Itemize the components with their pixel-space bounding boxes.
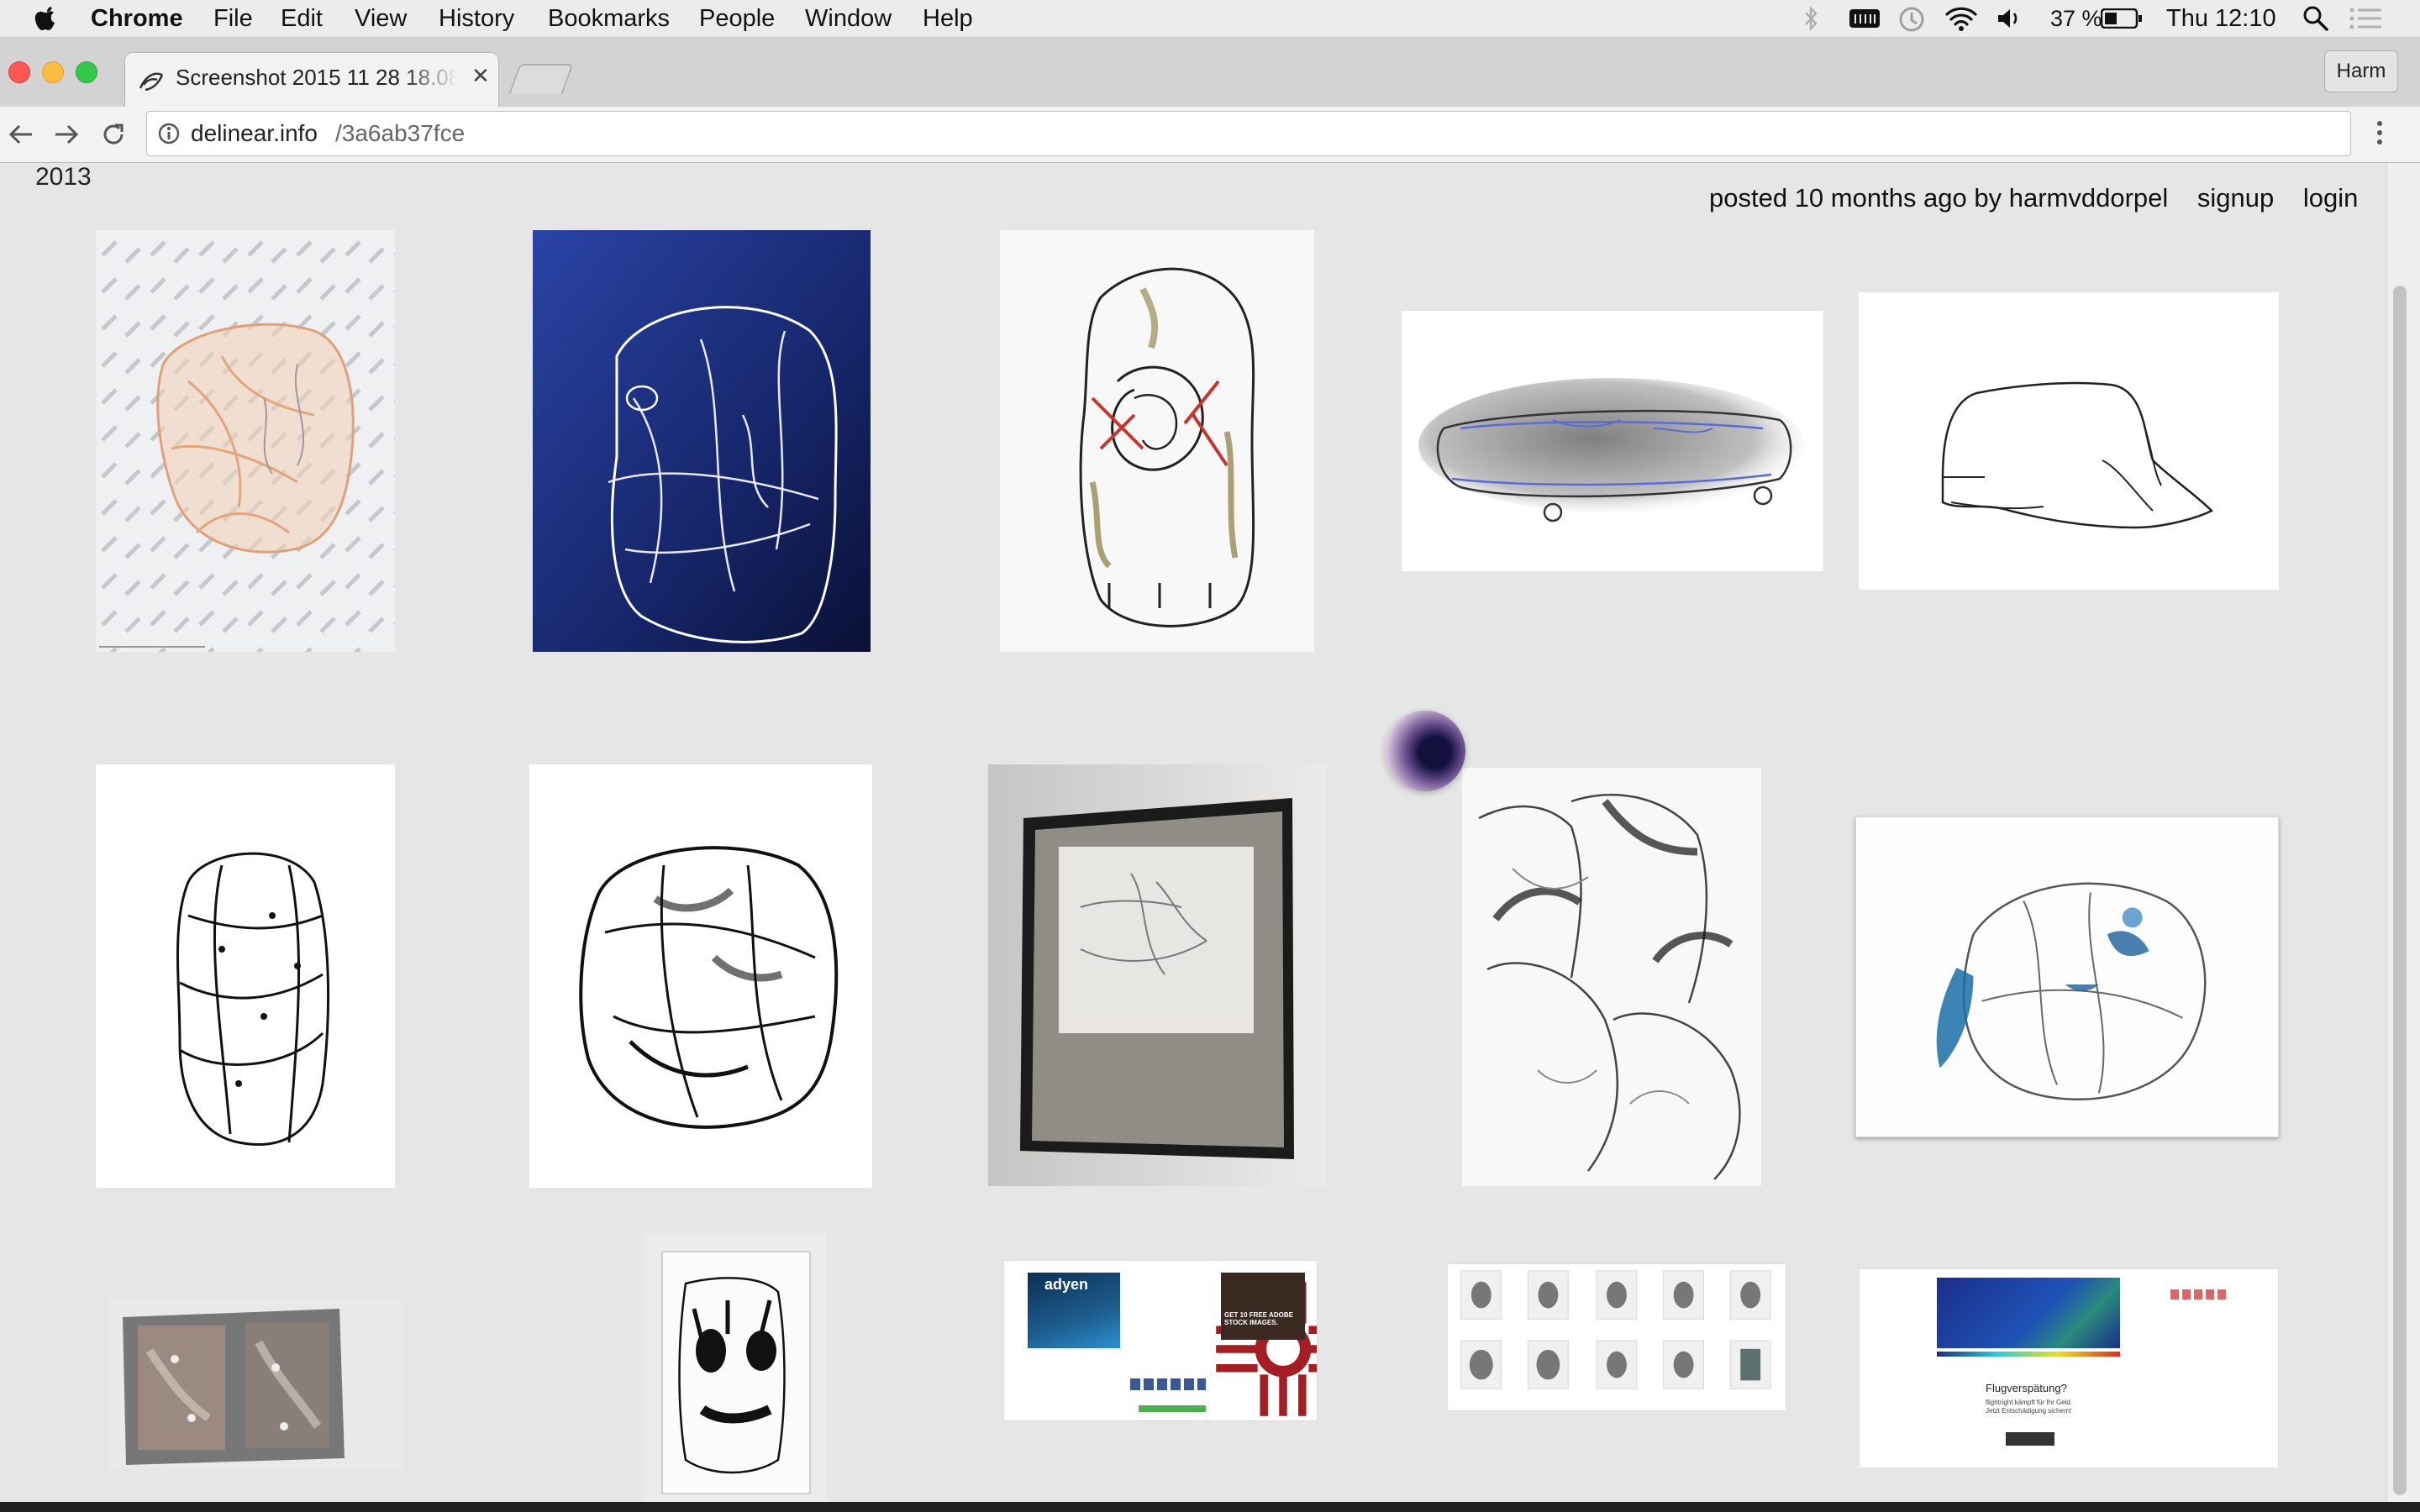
forward-icon[interactable]: [52, 120, 81, 149]
url-path: /3a6ab37fce: [335, 120, 466, 146]
wifi-icon[interactable]: [1944, 5, 1978, 32]
keyboard-icon[interactable]: [1849, 7, 1881, 30]
flight-heading: Flugverspätung?: [1986, 1382, 2067, 1394]
site-info-icon[interactable]: [157, 122, 181, 145]
social-share-row: [1130, 1378, 1206, 1390]
artwork-thumbnail[interactable]: [1402, 311, 1823, 571]
window-minimize-button[interactable]: [42, 61, 64, 83]
back-icon[interactable]: [7, 120, 35, 149]
posted-byline[interactable]: posted 10 months ago by harmvddorpel: [1709, 183, 2168, 213]
menu-window[interactable]: Window: [805, 0, 892, 37]
notification-center-icon[interactable]: [2349, 7, 2383, 30]
menubar-clock[interactable]: Thu 12:10: [2166, 0, 2276, 37]
artwork-thumbnail[interactable]: [1462, 768, 1761, 1186]
flight-cta-button: [2006, 1432, 2054, 1446]
bluetooth-icon[interactable]: [1803, 5, 1820, 32]
menu-bookmarks[interactable]: Bookmarks: [548, 0, 670, 37]
volume-icon[interactable]: [1996, 7, 2022, 30]
window-zoom-button[interactable]: [76, 61, 97, 83]
window-close-button[interactable]: [8, 61, 30, 83]
flight-map: [1937, 1278, 2120, 1348]
browser-tab[interactable]: Screenshot 2015 11 28 18.08 ✕: [124, 52, 499, 108]
tab-favicon-icon: [139, 72, 164, 92]
artwork-thumbnail[interactable]: [533, 230, 871, 652]
menu-people[interactable]: People: [699, 0, 775, 37]
time-machine-icon[interactable]: [1897, 5, 1926, 34]
reload-icon[interactable]: [99, 120, 128, 149]
tab-close-icon[interactable]: ✕: [471, 63, 490, 89]
year-heading: 2013: [35, 163, 92, 191]
download-buttons: [1139, 1405, 1206, 1412]
adobe-stock-ad-text: GET 10 FREE ADOBE STOCK IMAGES.: [1224, 1311, 1293, 1326]
artwork-thumbnail[interactable]: [988, 764, 1326, 1186]
new-tab-button[interactable]: [508, 64, 574, 94]
screenshot-thumbnail[interactable]: adyen GET 10 FREE ADOBE STOCK IMAGES.: [1003, 1260, 1318, 1421]
artwork-thumbnail[interactable]: [96, 230, 395, 652]
macos-menubar: Chrome File Edit View History Bookmarks …: [0, 0, 2420, 38]
flight-share-dots: [2170, 1289, 2229, 1299]
address-bar[interactable]: delinear.info /3a6ab37fce: [146, 111, 2351, 156]
menu-file[interactable]: File: [213, 0, 253, 37]
window-bottom-edge: [0, 1502, 2420, 1512]
artwork-thumbnail[interactable]: [96, 764, 395, 1188]
adyen-brand-text: adyen: [1044, 1276, 1089, 1293]
flight-map-scale: [1937, 1352, 2120, 1357]
battery-percent[interactable]: 37 %: [2050, 0, 2102, 37]
adobe-stock-ad: [1221, 1273, 1305, 1340]
spotlight-search-icon[interactable]: [2302, 5, 2329, 32]
chrome-menu-icon[interactable]: [2370, 118, 2390, 147]
screenshot-thumbnail[interactable]: [1447, 1263, 1786, 1411]
cursor-highlight: [1385, 711, 1465, 791]
login-link[interactable]: login: [2303, 183, 2359, 213]
artwork-thumbnail[interactable]: [529, 764, 872, 1188]
tab-title: Screenshot 2015 11 28 18.08: [176, 65, 458, 90]
profile-button[interactable]: Harm: [2324, 50, 2398, 92]
artwork-thumbnail[interactable]: [644, 1233, 827, 1505]
artwork-thumbnail[interactable]: [1000, 230, 1314, 652]
menu-history[interactable]: History: [439, 0, 514, 37]
menu-chrome[interactable]: Chrome: [91, 0, 183, 37]
post-meta: posted 10 months ago by harmvddorpel sig…: [1709, 183, 2358, 213]
artwork-thumbnail[interactable]: [1859, 292, 2279, 590]
screenshot-thumbnail[interactable]: Flugverspätung? flightright kämpft für I…: [1859, 1268, 2279, 1468]
flight-body: flightright kämpft für Ihr Geld. Jetzt E…: [1986, 1399, 2073, 1415]
artwork-thumbnail[interactable]: [108, 1300, 403, 1468]
menu-edit[interactable]: Edit: [281, 0, 323, 37]
signup-link[interactable]: signup: [2197, 183, 2274, 213]
artwork-thumbnail[interactable]: [1855, 816, 2279, 1137]
url-host: delinear.info: [191, 120, 318, 146]
scrollbar-thumb[interactable]: [2393, 286, 2407, 1495]
menu-view[interactable]: View: [355, 0, 407, 37]
apple-icon[interactable]: [34, 5, 57, 32]
menu-help[interactable]: Help: [923, 0, 973, 37]
battery-icon[interactable]: [2101, 8, 2143, 29]
